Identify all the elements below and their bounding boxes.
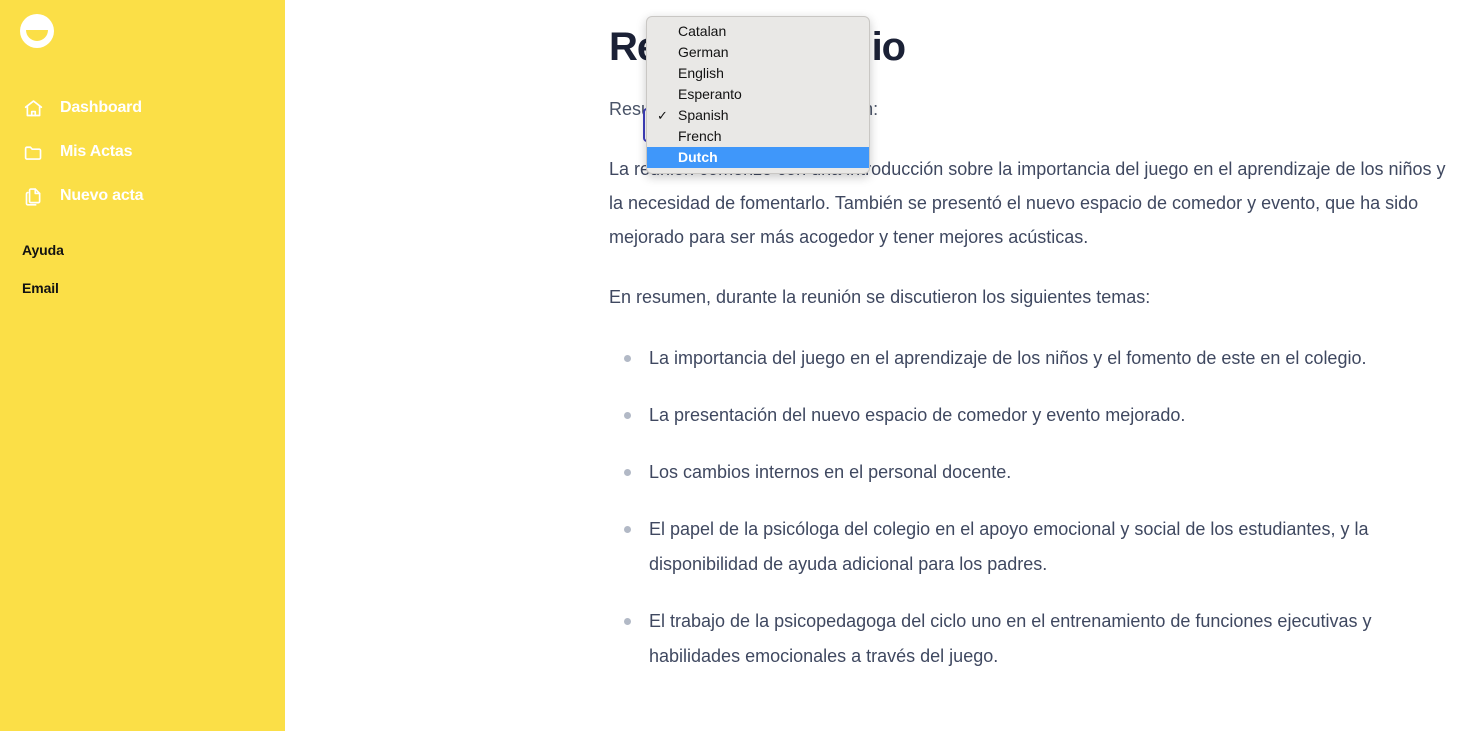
dropdown-option-label: Catalan <box>678 23 727 39</box>
sidebar-item-nuevo-acta[interactable]: Nuevo acta <box>0 174 285 218</box>
half-disc-logo-icon <box>20 14 54 48</box>
documents-icon <box>22 185 44 207</box>
sidebar-item-label: Nuevo acta <box>60 187 144 204</box>
dropdown-option-dutch[interactable]: Dutch <box>647 147 869 168</box>
app-root: Dashboard Mis Actas Nuevo acta Ayuda Ema… <box>0 0 1483 731</box>
dropdown-option-esperanto[interactable]: Esperanto <box>647 84 869 105</box>
sidebar-item-label: Dashboard <box>60 99 142 116</box>
logo-halfdisc-shape <box>26 30 48 41</box>
dropdown-option-label: English <box>678 65 724 81</box>
dropdown-option-french[interactable]: French <box>647 126 869 147</box>
bullet-dot-icon <box>624 354 631 362</box>
dropdown-option-label: French <box>678 128 722 144</box>
sidebar-nav: Dashboard Mis Actas Nuevo acta <box>0 86 285 218</box>
bullet-dot-icon <box>624 525 631 533</box>
list-item: La importancia del juego en el aprendiza… <box>609 341 1449 376</box>
list-item-text: La importancia del juego en el aprendiza… <box>649 347 1367 368</box>
help-link[interactable]: Ayuda <box>22 242 64 258</box>
list-item-text: El trabajo de la psicopedagoga del ciclo… <box>649 611 1372 667</box>
dropdown-option-english[interactable]: English <box>647 63 869 84</box>
sidebar-item-dashboard[interactable]: Dashboard <box>0 86 285 130</box>
dropdown-option-label: German <box>678 44 729 60</box>
main-content: Spanish Catalan German English Esperanto… <box>285 0 1483 731</box>
dropdown-option-label: Spanish <box>678 107 729 123</box>
dropdown-option-catalan[interactable]: Catalan <box>647 21 869 42</box>
sidebar-item-mis-actas[interactable]: Mis Actas <box>0 130 285 174</box>
folder-icon <box>22 141 44 163</box>
app-logo[interactable] <box>20 14 54 48</box>
bullet-dot-icon <box>624 618 631 626</box>
list-item: Los cambios internos en el personal doce… <box>609 455 1449 490</box>
list-item-text: Los cambios internos en el personal doce… <box>649 461 1012 482</box>
list-item: El trabajo de la psicopedagoga del ciclo… <box>609 604 1449 674</box>
dropdown-option-spanish[interactable]: Spanish <box>647 105 869 126</box>
dropdown-option-label: Esperanto <box>678 86 742 102</box>
sidebar: Dashboard Mis Actas Nuevo acta Ayuda Ema… <box>0 0 285 731</box>
email-link[interactable]: Email <box>22 280 64 296</box>
language-dropdown-popup[interactable]: Catalan German English Esperanto Spanish… <box>646 16 870 174</box>
topics-list: La importancia del juego en el aprendiza… <box>609 341 1449 675</box>
list-item-text: La presentación del nuevo espacio de com… <box>649 404 1186 425</box>
dropdown-option-german[interactable]: German <box>647 42 869 63</box>
list-item: El papel de la psicóloga del colegio en … <box>609 512 1449 582</box>
list-item: La presentación del nuevo espacio de com… <box>609 398 1449 433</box>
bullet-dot-icon <box>624 411 631 419</box>
sidebar-item-label: Mis Actas <box>60 143 133 160</box>
home-icon <box>22 97 44 119</box>
paragraph-topics-intro: En resumen, durante la reunión se discut… <box>609 287 1151 308</box>
bullet-dot-icon <box>624 468 631 476</box>
dropdown-option-label: Dutch <box>678 149 718 165</box>
sidebar-footer-links: Ayuda Email <box>22 242 64 318</box>
list-item-text: El papel de la psicóloga del colegio en … <box>649 518 1369 575</box>
